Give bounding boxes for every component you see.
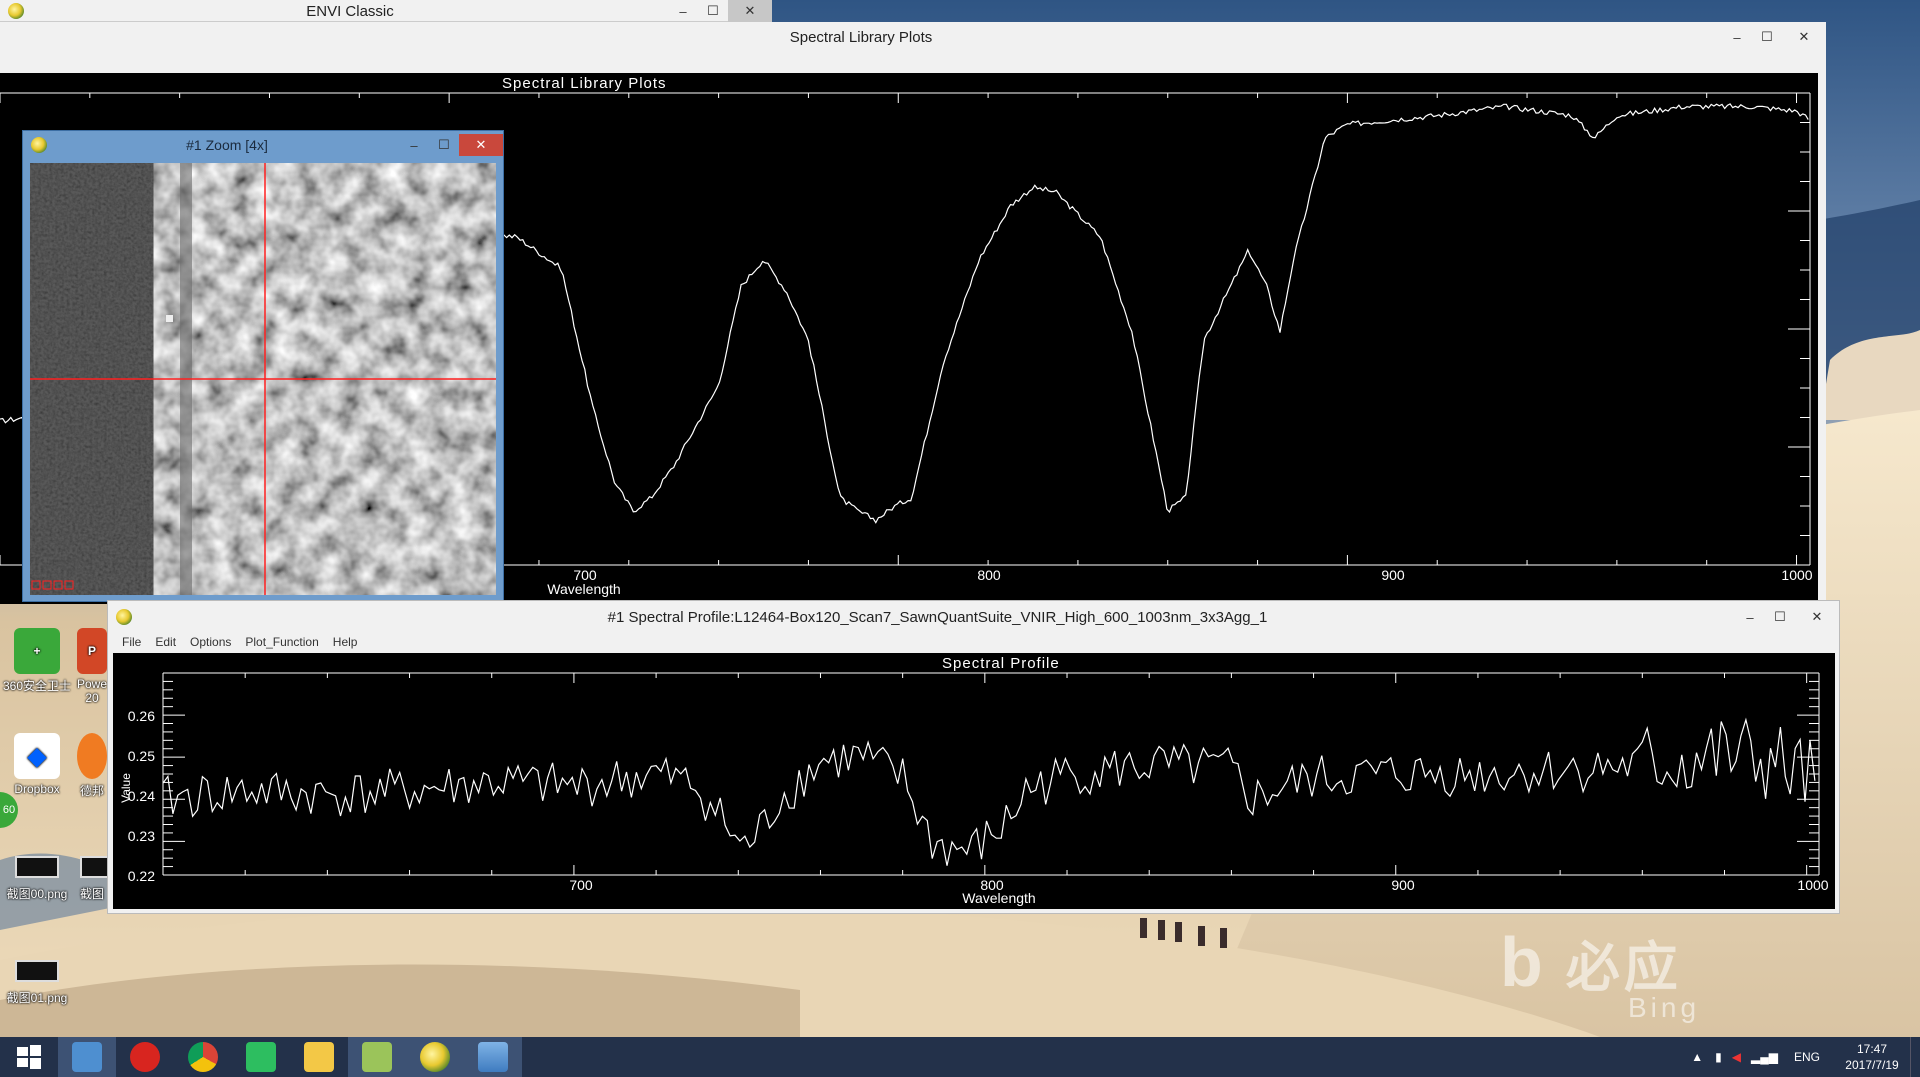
taskbar-photos[interactable]	[464, 1037, 522, 1077]
desktop-icon-360[interactable]: + 360安全卫士	[0, 628, 74, 694]
taskbar-control-panel[interactable]	[58, 1037, 116, 1077]
clock-time: 17:47	[1856, 1042, 1888, 1056]
close-button[interactable]: ✕	[728, 0, 772, 22]
desktop-icon-powerpoint[interactable]: P Powe 20	[72, 628, 112, 705]
evernote-icon	[246, 1042, 276, 1072]
control-panel-icon	[72, 1042, 102, 1072]
x-axis-label: Wavelength	[962, 890, 1036, 906]
desktop-icon-app[interactable]: 德邦	[72, 733, 112, 799]
menu-file[interactable]: File	[122, 635, 141, 649]
minimize-button[interactable]: –	[668, 0, 698, 22]
envi-classic-window[interactable]: ENVI Classic – ☐ ✕	[0, 0, 772, 22]
x-tick-label: 900	[1381, 567, 1405, 583]
bing-watermark: b 必应 Bing	[1500, 923, 1701, 1023]
desktop-icon-screenshot00[interactable]: 截图00.png	[0, 852, 74, 902]
climbers-figure	[1140, 918, 1227, 948]
taskbar-envi[interactable]	[406, 1037, 464, 1077]
minimize-button[interactable]: –	[399, 134, 429, 156]
y-tick-label: 0.25	[127, 748, 155, 764]
menu-options[interactable]: Options	[190, 635, 231, 649]
taskbar-chrome[interactable]	[174, 1037, 232, 1077]
close-button[interactable]: ✕	[1795, 606, 1839, 628]
notepad-icon	[362, 1042, 392, 1072]
y-tick-label: 0.23	[127, 828, 155, 844]
x-axis-label: Wavelength	[547, 581, 621, 597]
app-icon	[77, 733, 107, 779]
x-tick-label: 1000	[1781, 567, 1813, 583]
powerpoint-icon: P	[77, 628, 107, 674]
profile-plot-area[interactable]: Spectral Profile 0.26 0.25 0.24 0.23 0.2…	[113, 653, 1835, 909]
x-tick-label: 1000	[1797, 877, 1829, 893]
envi-app-icon	[31, 137, 47, 153]
taskbar-file-explorer[interactable]	[290, 1037, 348, 1077]
x-tick-label: 700	[569, 877, 593, 893]
zoom-window[interactable]: #1 Zoom [4x] – ☐ ✕	[22, 130, 504, 602]
plot-title: Spectral Profile	[942, 655, 1060, 672]
image-file-icon	[14, 852, 60, 882]
menu-edit[interactable]: Edit	[155, 635, 176, 649]
dropbox-icon: ◆	[14, 733, 60, 779]
maximize-button[interactable]: ☐	[1752, 26, 1782, 48]
file-explorer-icon	[304, 1042, 334, 1072]
volume-muted-icon[interactable]: ◀	[1732, 1050, 1741, 1064]
clock[interactable]: 17:47 2017/7/19	[1834, 1041, 1910, 1073]
y-tick-label: 0.22	[127, 868, 155, 884]
tray-expand-icon[interactable]: ▲	[1691, 1050, 1703, 1064]
taskbar-notepad[interactable]	[348, 1037, 406, 1077]
taskbar-netease-music[interactable]	[116, 1037, 174, 1077]
y-tick-label: 0.26	[127, 708, 155, 724]
window-title: #1 Zoom [4x]	[186, 137, 268, 153]
minimize-button[interactable]: –	[1735, 606, 1765, 628]
image-file-icon	[72, 852, 112, 882]
y-axis-label: Value	[118, 773, 133, 803]
desktop-icon-screenshot01[interactable]: 截图01.png	[0, 956, 74, 1006]
zoom-image[interactable]	[30, 163, 496, 595]
system-tray: ▲ ▮ ◀ ▂▄▆ ENG 17:47 2017/7/19	[1691, 1037, 1920, 1077]
signal-icon[interactable]: ▂▄▆	[1751, 1050, 1778, 1064]
envi-app-icon	[116, 609, 132, 625]
taskbar-evernote[interactable]	[232, 1037, 290, 1077]
close-button[interactable]: ✕	[1782, 26, 1826, 48]
taskbar: ▲ ▮ ◀ ▂▄▆ ENG 17:47 2017/7/19	[0, 1037, 1920, 1077]
start-button[interactable]	[0, 1037, 58, 1077]
show-desktop-button[interactable]	[1910, 1037, 1920, 1077]
spectral-profile-window[interactable]: #1 Spectral Profile:L12464-Box120_Scan7_…	[107, 600, 1840, 914]
spectrum-series-line	[162, 717, 1816, 866]
envi-icon	[420, 1042, 450, 1072]
desktop-icon-dropbox[interactable]: ◆ Dropbox	[0, 733, 74, 796]
envi-app-icon	[8, 3, 24, 19]
image-file-icon	[14, 956, 60, 986]
x-tick-label: 900	[1391, 877, 1415, 893]
bing-logo-icon: b	[1500, 923, 1547, 1001]
profile-plot-svg	[162, 672, 1820, 876]
netease-music-icon	[130, 1042, 160, 1072]
maximize-button[interactable]: ☐	[1765, 606, 1795, 628]
window-title: Spectral Library Plots	[789, 28, 933, 46]
plot-title: Spectral Library Plots	[502, 75, 667, 92]
maximize-button[interactable]: ☐	[698, 0, 728, 22]
menu-help[interactable]: Help	[333, 635, 358, 649]
window-title: #1 Spectral Profile:L12464-Box120_Scan7_…	[607, 608, 1268, 626]
language-indicator[interactable]: ENG	[1794, 1050, 1820, 1064]
window-title: ENVI Classic	[306, 2, 394, 20]
360-security-icon: +	[14, 628, 60, 674]
maximize-button[interactable]: ☐	[429, 134, 459, 156]
zoom-image-pixels	[30, 163, 496, 595]
chrome-icon	[188, 1042, 218, 1072]
clock-date: 2017/7/19	[1845, 1058, 1899, 1072]
x-tick-label: 800	[977, 567, 1001, 583]
close-button[interactable]: ✕	[459, 134, 503, 156]
menu-bar: File Edit Options Plot_Function Help	[108, 635, 1839, 649]
network-icon[interactable]: ▮	[1715, 1050, 1722, 1064]
start-icon	[17, 1045, 41, 1069]
desktop-icon-screenshot[interactable]: 截图	[72, 852, 112, 902]
menu-plot-function[interactable]: Plot_Function	[245, 635, 318, 649]
minimize-button[interactable]: –	[1722, 26, 1752, 48]
photos-icon	[478, 1042, 508, 1072]
